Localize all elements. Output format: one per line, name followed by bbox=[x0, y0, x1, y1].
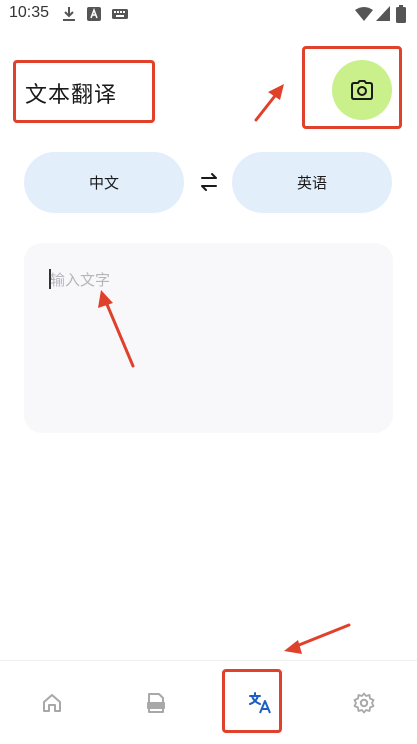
swap-icon[interactable] bbox=[198, 171, 220, 193]
settings-icon bbox=[353, 692, 375, 713]
signal-icon bbox=[376, 6, 390, 21]
keyboard-icon bbox=[112, 9, 128, 19]
bottom-nav bbox=[0, 660, 417, 744]
download-icon bbox=[63, 7, 75, 21]
text-a-icon bbox=[87, 7, 101, 21]
annotation-box-title bbox=[13, 60, 155, 123]
nav-pdf[interactable] bbox=[104, 661, 208, 744]
battery-icon bbox=[396, 5, 406, 23]
target-language-label: 英语 bbox=[296, 174, 327, 192]
annotation-arrow-camera bbox=[254, 90, 280, 122]
text-input[interactable] bbox=[50, 269, 370, 409]
source-language-button[interactable]: 中文 bbox=[24, 152, 184, 213]
text-input-box bbox=[24, 243, 393, 433]
home-icon bbox=[43, 693, 61, 712]
pdf-icon bbox=[147, 692, 165, 713]
annotation-box-camera bbox=[302, 46, 402, 129]
wifi-icon bbox=[355, 7, 373, 21]
status-bar: 10:35 bbox=[0, 0, 417, 30]
text-cursor bbox=[49, 269, 51, 289]
nav-home[interactable] bbox=[0, 661, 104, 744]
annotation-box-translate bbox=[222, 669, 282, 733]
annotation-arrow-nav bbox=[292, 623, 351, 649]
target-language-button[interactable]: 英语 bbox=[232, 152, 392, 213]
source-language-label: 中文 bbox=[88, 174, 119, 192]
nav-settings[interactable] bbox=[312, 661, 416, 744]
status-time: 10:35 bbox=[9, 4, 50, 21]
